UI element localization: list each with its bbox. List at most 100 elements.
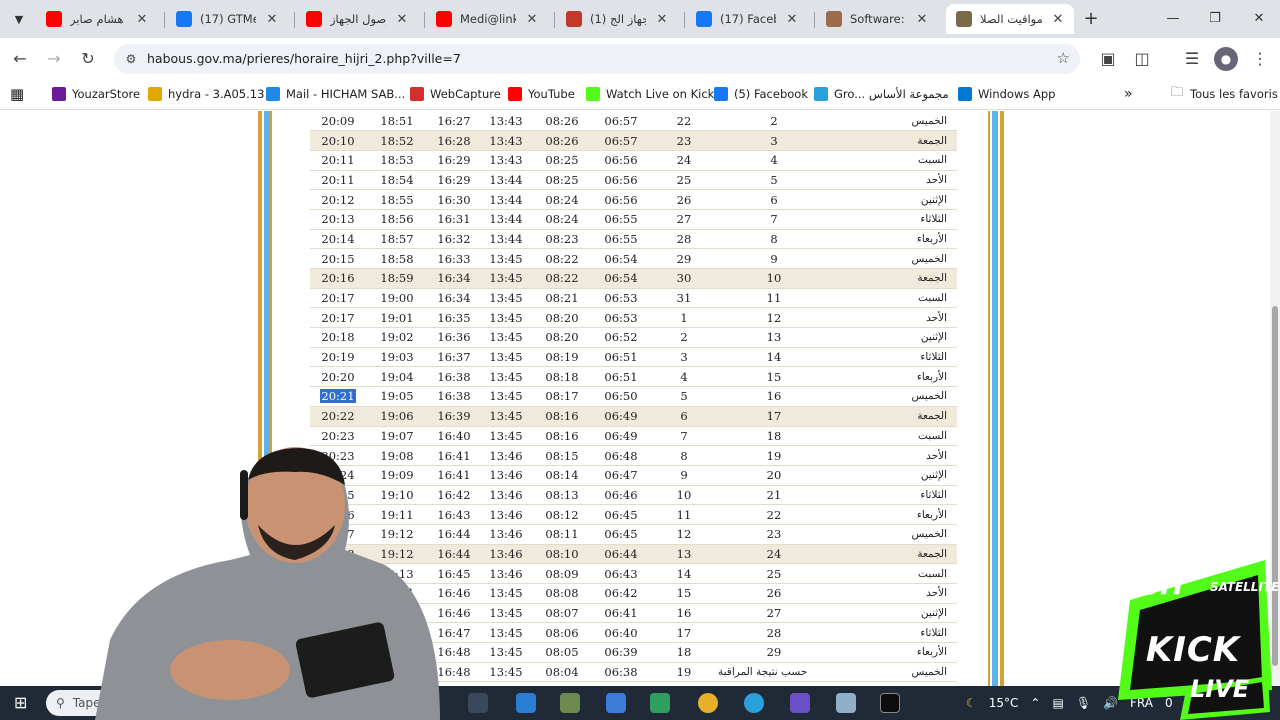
table-cell: 20:28 — [310, 544, 366, 565]
bookmark-item[interactable]: YouTube — [508, 84, 575, 104]
table-cell: 16:44 — [428, 524, 480, 545]
bookmark-item[interactable]: YouzarStore — [52, 84, 140, 104]
bookmark-item[interactable]: Watch Live on Kick — [586, 84, 714, 104]
tab-search-dropdown-icon[interactable]: ▼ — [8, 8, 30, 30]
taskbar-app-icon[interactable] — [560, 693, 580, 713]
tray-chevron-icon[interactable]: ⌃ — [1030, 696, 1040, 710]
table-cell: 18:51 — [366, 111, 428, 132]
table-cell: 20:20 — [310, 366, 366, 388]
tab-close-icon[interactable]: ✕ — [524, 12, 540, 27]
browser-tab[interactable]: Software: Ne ✕ — [816, 4, 938, 34]
profile-avatar-icon[interactable]: ● — [1214, 47, 1238, 71]
browser-tab[interactable]: هشام صابر ✕ — [36, 4, 158, 34]
screenshot-icon[interactable]: ▣ — [1096, 47, 1120, 71]
taskbar-app-icon[interactable] — [790, 693, 810, 713]
media-control-icon[interactable]: ☰ — [1180, 47, 1204, 71]
tab-close-icon[interactable]: ✕ — [654, 12, 670, 27]
bookmark-item[interactable]: (5) Facebook — [714, 84, 808, 104]
taskbar-search[interactable]: ⚲ Taper ici pour — [46, 690, 196, 716]
scrollbar-thumb[interactable] — [1272, 306, 1278, 666]
taskbar-terminal-icon[interactable] — [880, 693, 900, 713]
all-favorites-folder[interactable]: 🗀 Tous les favoris — [1170, 84, 1278, 104]
table-cell: 18 — [718, 426, 830, 447]
bookmark-item[interactable]: hydra - 3.A05.13 — [148, 84, 264, 104]
table-cell: 19:17 — [366, 662, 428, 683]
menu-dots-icon[interactable]: ⋮ — [1248, 47, 1272, 71]
table-cell: 16:38 — [428, 366, 480, 388]
minimize-icon[interactable]: — — [1158, 8, 1188, 30]
table-cell: الأحد — [830, 445, 957, 466]
taskbar-chrome-icon[interactable] — [698, 693, 718, 713]
site-settings-icon[interactable]: ⚙ — [122, 50, 140, 68]
table-cell: 08:22 — [532, 248, 592, 269]
tab-close-icon[interactable]: ✕ — [134, 12, 150, 27]
table-cell: 13:45 — [480, 662, 532, 683]
microphone-icon[interactable]: 🎙 — [1076, 696, 1091, 710]
table-cell: 26 — [650, 189, 718, 210]
tab-close-icon[interactable]: ✕ — [914, 12, 930, 27]
table-cell: 13:45 — [480, 307, 532, 329]
taskbar-telegram-icon[interactable] — [744, 693, 764, 713]
close-window-icon[interactable]: ✕ — [1244, 8, 1274, 30]
bookmark-star-icon[interactable]: ☆ — [1057, 49, 1070, 67]
table-cell: 16:40 — [428, 426, 480, 447]
table-cell: 19:08 — [366, 445, 428, 466]
hydra-icon — [148, 87, 162, 101]
bookmark-item[interactable]: Mail - HICHAM SAB... — [266, 84, 405, 104]
table-cell: 06:49 — [592, 406, 650, 427]
tab-close-icon[interactable]: ✕ — [264, 12, 280, 27]
browser-tab[interactable]: Medi@link E ✕ — [426, 4, 548, 34]
table-cell-note: حسب نتيجة المراقبة — [718, 662, 830, 683]
network-icon[interactable]: ▤ — [1052, 696, 1063, 710]
back-arrow-icon[interactable]: ← — [8, 47, 32, 71]
taskbar-app-icon[interactable] — [650, 693, 670, 713]
browser-tab[interactable]: مواقيت الصلا ✕ — [946, 4, 1074, 34]
table-cell: 06:53 — [592, 307, 650, 329]
table-cell: 06:49 — [592, 426, 650, 447]
more-bookmarks-chevron-icon[interactable]: » — [1124, 84, 1133, 104]
bookmark-item[interactable]: Windows App — [958, 84, 1055, 104]
table-cell: 20:10 — [310, 130, 366, 151]
bookmark-item[interactable]: WebCapture — [410, 84, 501, 104]
page-scrollbar[interactable] — [1270, 111, 1280, 686]
table-cell: 06:40 — [592, 622, 650, 644]
language-text[interactable]: FRA — [1130, 696, 1153, 710]
table-cell: 08:26 — [532, 111, 592, 132]
browser-tab[interactable]: وصول الجهاز ✕ — [296, 4, 418, 34]
clock-text[interactable]: 0 — [1165, 696, 1173, 710]
live-brand-text: LIVE — [1190, 675, 1250, 703]
temperature-text: 15°C — [988, 696, 1019, 710]
tab-close-icon[interactable]: ✕ — [394, 12, 410, 27]
taskbar-files-icon[interactable] — [516, 693, 536, 713]
extensions-icon[interactable]: ◫ — [1130, 47, 1154, 71]
tab-close-icon[interactable]: ✕ — [784, 12, 800, 27]
table-cell: 13:45 — [480, 642, 532, 663]
table-cell: 7 — [718, 209, 830, 230]
browser-tab[interactable]: (1) الجهاز الج ✕ — [556, 4, 678, 34]
all-favorites-label: Tous les favoris — [1190, 87, 1278, 101]
taskbar-calculator-icon[interactable] — [606, 693, 626, 713]
taskbar-app-icon[interactable] — [468, 693, 488, 713]
table-cell: 8 — [650, 445, 718, 466]
left-border-gold-inner — [270, 111, 272, 686]
table-cell: 4 — [718, 150, 830, 171]
browser-tab[interactable]: (17) GTMedi ✕ — [166, 4, 288, 34]
new-tab-button[interactable]: + — [1080, 8, 1102, 30]
taskbar-app-icon[interactable] — [836, 693, 856, 713]
tab-close-icon[interactable]: ✕ — [1050, 12, 1066, 27]
url-text[interactable]: habous.gov.ma/prieres/horaire_hijri_2.ph… — [147, 51, 461, 66]
browser-tab[interactable]: (17) Faceboo ✕ — [686, 4, 808, 34]
volume-icon[interactable]: 🔊 — [1103, 696, 1118, 710]
windows-start-icon[interactable]: ⊞ — [14, 693, 34, 713]
bookmark-item[interactable]: Gro... مجموعة الأساس — [814, 84, 949, 104]
forward-arrow-icon[interactable]: → — [42, 47, 66, 71]
reload-icon[interactable]: ↻ — [76, 47, 100, 71]
table-cell: الأربعاء — [830, 504, 957, 525]
table-cell: 08:14 — [532, 465, 592, 486]
restore-icon[interactable]: ❐ — [1200, 8, 1230, 30]
address-bar[interactable]: ⚙ habous.gov.ma/prieres/horaire_hijri_2.… — [114, 44, 1080, 74]
table-cell: 13:46 — [480, 563, 532, 584]
table-cell: 08:06 — [532, 622, 592, 644]
apps-grid-icon[interactable]: ▦ — [10, 84, 24, 104]
table-cell: 08:15 — [532, 445, 592, 466]
